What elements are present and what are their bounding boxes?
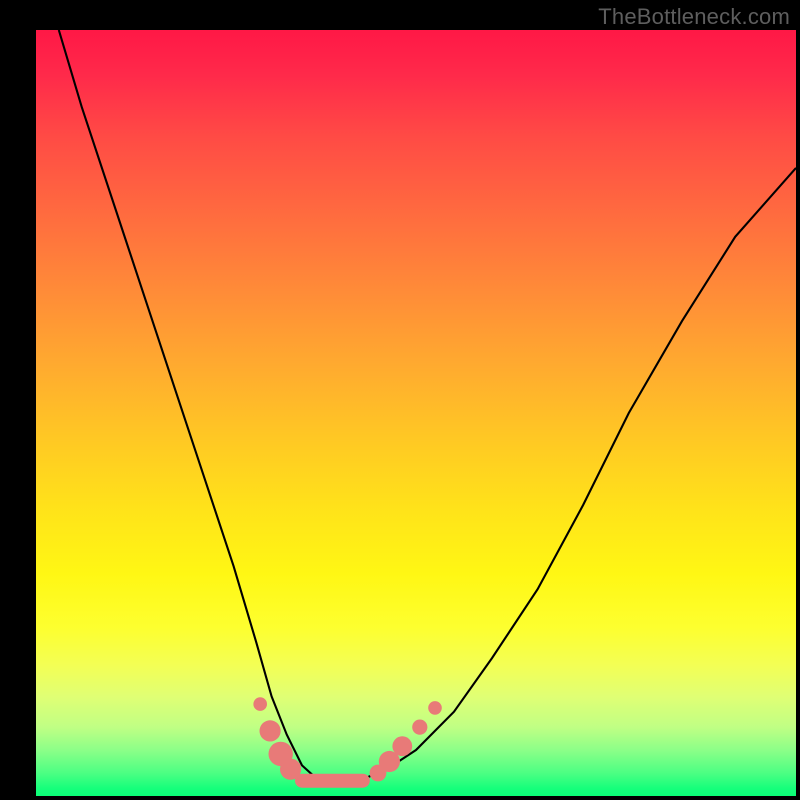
curve-markers (253, 697, 441, 781)
curve-marker (392, 736, 412, 756)
curve-marker (428, 701, 442, 715)
curve-marker (412, 720, 427, 735)
curve-marker (260, 720, 281, 741)
curve-marker (280, 759, 301, 780)
curve-layer (36, 30, 796, 796)
curve-marker (253, 697, 267, 711)
bottleneck-curve (59, 30, 796, 781)
chart-container: TheBottleneck.com (0, 0, 800, 800)
watermark-text: TheBottleneck.com (598, 4, 790, 30)
plot-area (36, 30, 796, 796)
